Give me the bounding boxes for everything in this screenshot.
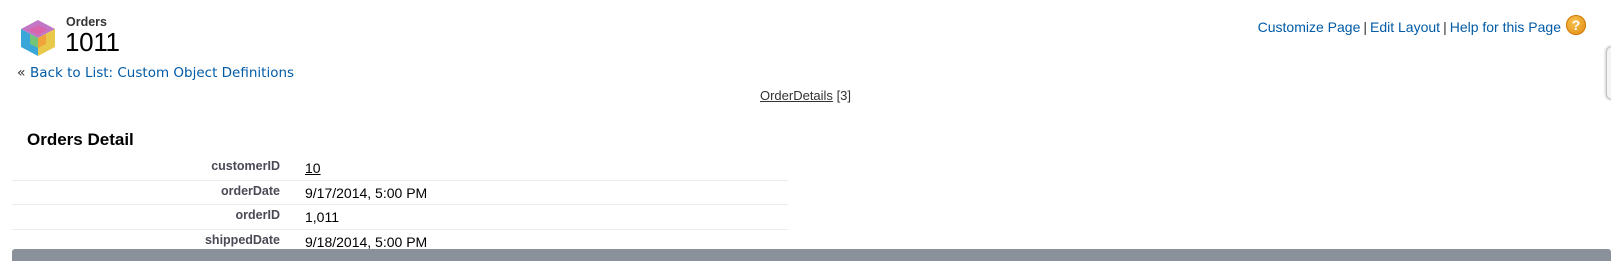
field-value-customerid-link[interactable]: 10	[305, 160, 321, 176]
edit-layout-link[interactable]: Edit Layout	[1370, 19, 1440, 35]
orders-cube-icon	[18, 18, 58, 58]
back-navigation: « Back to List: Custom Object Definition…	[17, 65, 294, 81]
detail-row: orderDate 9/17/2014, 5:00 PM	[12, 181, 788, 205]
detail-row: customerID 10	[12, 156, 788, 181]
customize-page-link[interactable]: Customize Page	[1258, 19, 1361, 35]
field-label-customerid: customerID	[211, 159, 280, 173]
field-value-orderid: 1,011	[305, 209, 339, 225]
bottom-section-bar	[12, 249, 1611, 261]
field-value-orderdate: 9/17/2014, 5:00 PM	[305, 184, 428, 201]
help-icon[interactable]: ?	[1566, 15, 1586, 35]
page-links: Customize Page | Edit Layout | Help for this…	[1258, 19, 1561, 35]
back-arrow: «	[17, 65, 26, 81]
detail-row: orderID 1,011	[12, 205, 788, 230]
related-list-orderdetails-link[interactable]: OrderDetails	[760, 88, 833, 103]
back-to-list-link[interactable]: Back to List: Custom Object Definitions	[30, 65, 294, 81]
field-label-shippeddate: shippedDate	[204, 232, 280, 247]
field-label-orderid: orderID	[235, 208, 280, 222]
field-value-shippeddate: 9/18/2014, 5:00 PM	[305, 233, 428, 250]
record-name: 1011	[65, 27, 120, 57]
help-for-page-link[interactable]: Help for this Page	[1450, 19, 1561, 35]
related-list-count: [3]	[836, 88, 852, 103]
related-list-links: OrderDetails [3]	[0, 88, 1611, 103]
link-separator: |	[1443, 19, 1447, 35]
link-separator: |	[1363, 19, 1367, 35]
detail-section-title: Orders Detail	[27, 130, 134, 149]
field-label-orderdate: orderDate	[220, 183, 280, 198]
detail-table: customerID 10 orderDate 9/17/2014, 5:00 …	[12, 156, 788, 253]
